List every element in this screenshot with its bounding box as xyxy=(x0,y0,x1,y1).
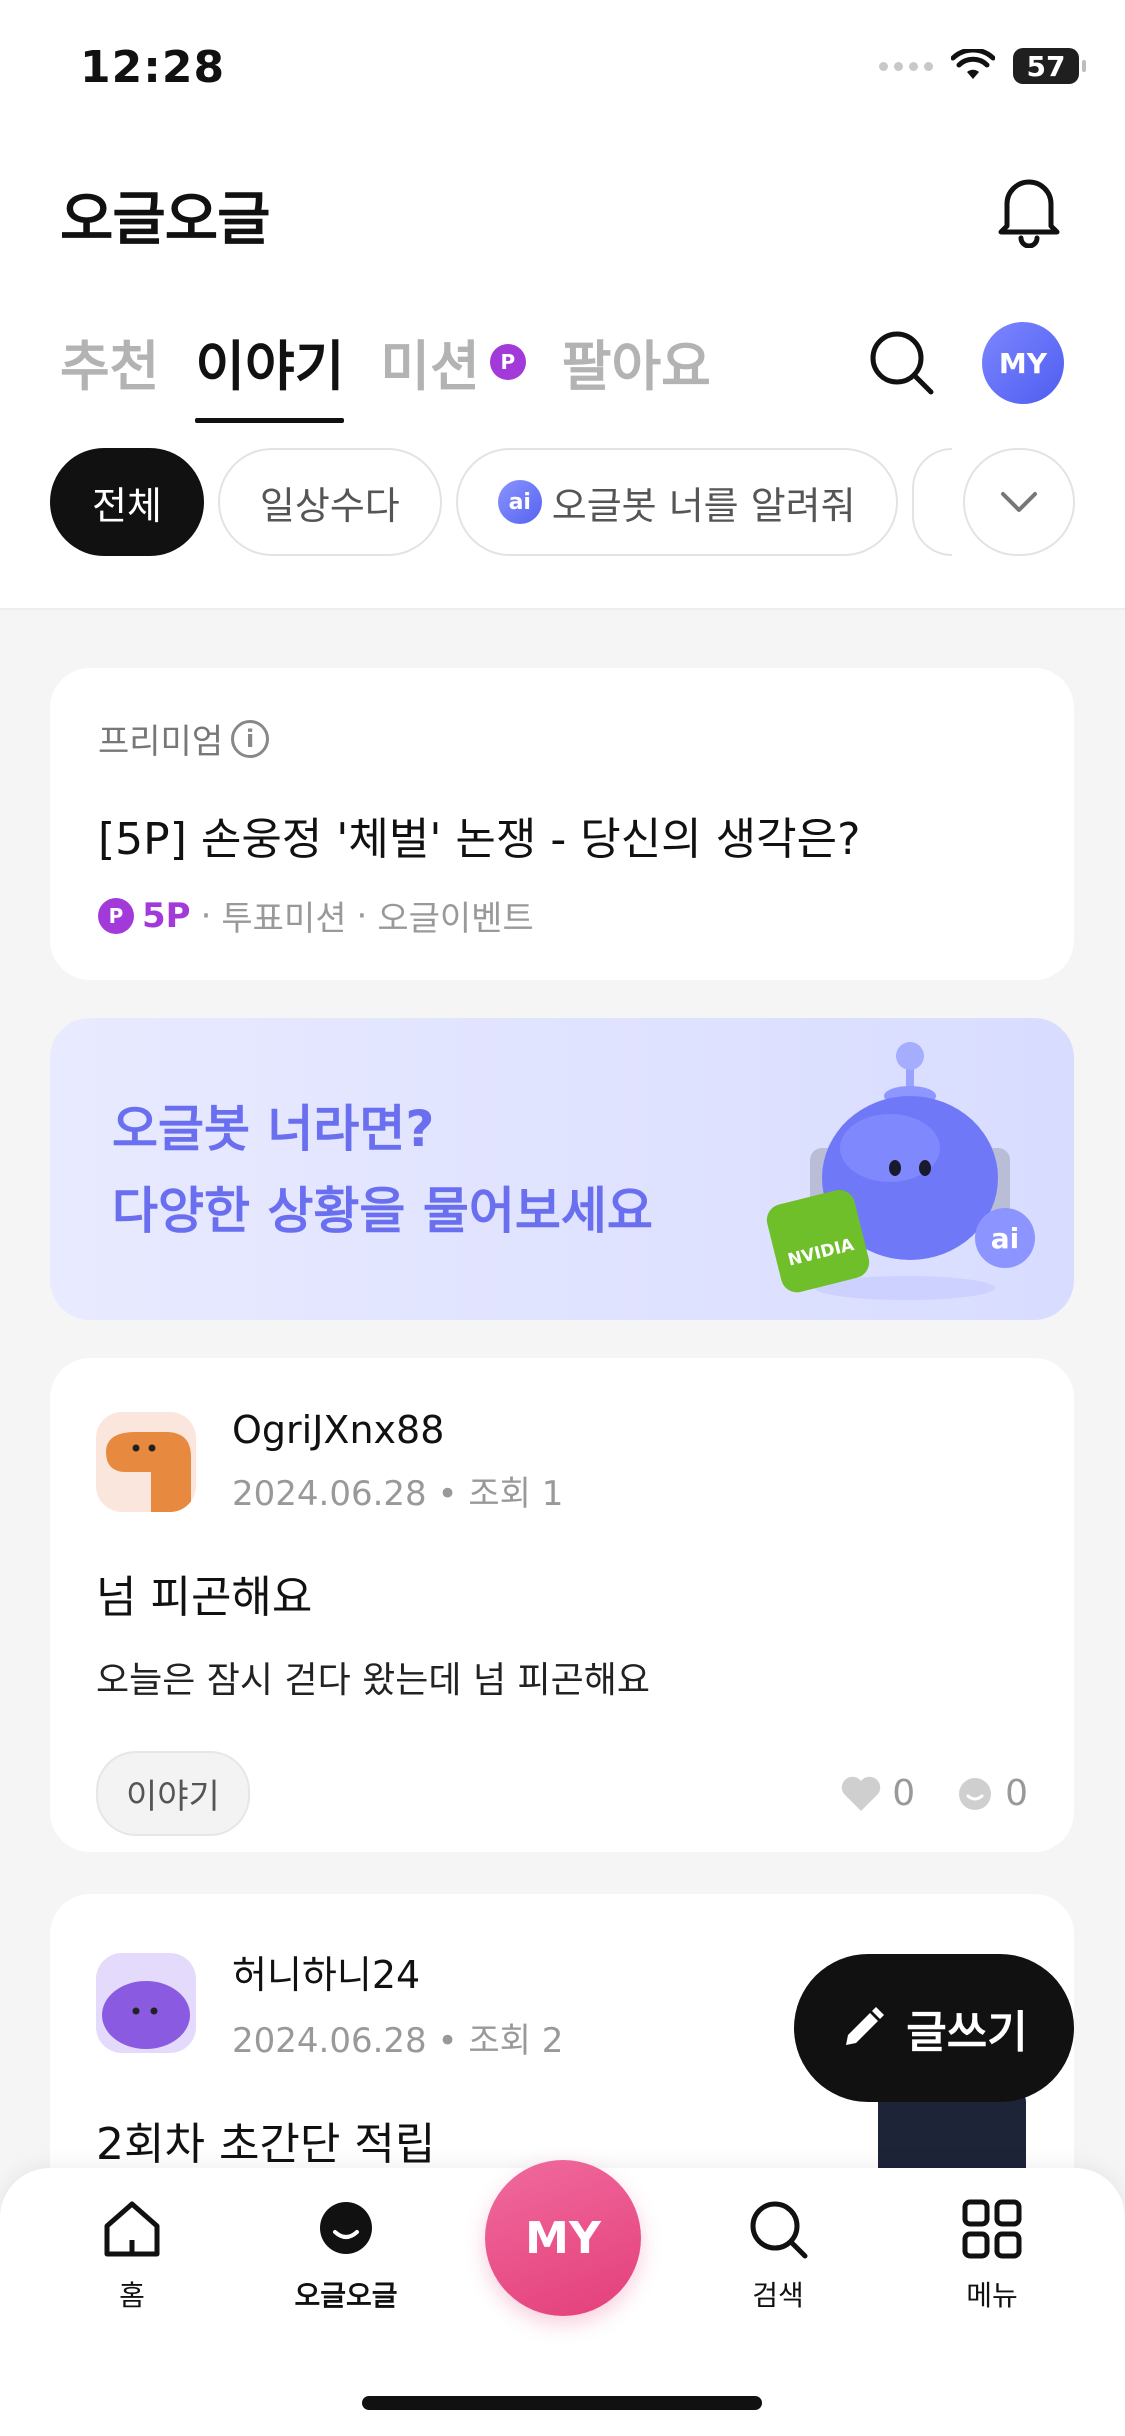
battery-icon: 57 xyxy=(1013,48,1086,84)
avatar[interactable] xyxy=(96,1953,196,2053)
chip-oglebot-label: 오글봇 너를 알려줘 xyxy=(551,483,856,528)
premium-label: 프리미엄 i xyxy=(98,714,1026,763)
info-icon[interactable]: i xyxy=(231,719,270,758)
points-badge: P xyxy=(489,343,526,380)
nav-oglogle-label: 오글오글 xyxy=(294,2279,398,2312)
banner-line1: 오글봇 너라면? xyxy=(112,1100,435,1158)
post-body: 오늘은 잠시 걷다 왔는데 넘 피곤해요 xyxy=(96,1660,651,1701)
premium-title: [5P] 손웅정 '체벌' 논쟁 - 당신의 생각은? xyxy=(98,814,861,865)
profile-avatar[interactable]: MY xyxy=(982,322,1064,404)
tab-recommend[interactable]: 추천 xyxy=(60,322,159,423)
chat-bubble-icon xyxy=(320,2202,372,2254)
nav-menu[interactable]: 메뉴 xyxy=(922,2198,1062,2314)
premium-points-value: 5P xyxy=(142,895,191,936)
bell-icon[interactable] xyxy=(993,170,1065,248)
chevron-down-icon xyxy=(1001,492,1037,512)
write-button[interactable]: 글쓰기 xyxy=(794,1954,1074,2102)
nav-home-label: 홈 xyxy=(119,2279,145,2312)
banner-line2: 다양한 상황을 물어보세요 xyxy=(112,1182,653,1240)
nav-my-button[interactable]: MY xyxy=(485,2160,641,2316)
search-icon xyxy=(750,2201,808,2259)
author-name: 허니하니24 xyxy=(232,1953,421,1997)
robot-mascot-icon: NVIDIA ai xyxy=(766,1042,1035,1300)
nav-home[interactable]: 홈 xyxy=(62,2198,202,2314)
oglebot-banner[interactable]: 오글봇 너라면? 다양한 상황을 물어보세요 NVIDIA ai xyxy=(50,1018,1074,1320)
post-stats: 0 0 xyxy=(840,1773,1028,1814)
premium-card[interactable]: 프리미엄 i [5P] 손웅정 '체벌' 논쟁 - 당신의 생각은? P 5P … xyxy=(50,668,1074,980)
separator-dot: · xyxy=(200,895,212,936)
write-button-label: 글쓰기 xyxy=(906,2007,1028,2058)
premium-meta: P 5P · 투표미션 · 오글이벤트 xyxy=(98,891,1026,940)
status-icons: 57 xyxy=(879,48,1086,84)
home-indicator xyxy=(362,2396,762,2410)
wifi-icon xyxy=(951,49,995,79)
like-count: 0 xyxy=(892,1773,916,1814)
character-avatar-icon xyxy=(102,1981,190,2049)
post-meta: 2024.06.28 • 조회 1 xyxy=(232,1474,564,1514)
status-time: 12:28 xyxy=(80,42,226,93)
premium-meta-mission: 투표미션 xyxy=(221,899,347,939)
comment-count: 0 xyxy=(1005,1773,1028,1814)
ai-icon: ai xyxy=(497,480,542,524)
ai-badge-text: ai xyxy=(991,1222,1020,1255)
grid-menu-icon xyxy=(962,2199,1022,2259)
character-avatar-icon xyxy=(106,1431,191,1512)
premium-points: P 5P xyxy=(98,896,191,936)
nav-search[interactable]: 검색 xyxy=(708,2198,848,2314)
filter-chips: 전체 일상수다 ai 오글봇 너를 알려줘 xyxy=(50,448,952,556)
signal-icon xyxy=(879,61,933,71)
top-header-area: 12:28 57 오글오글 추천 이야기 미션 P 팔아요 MY 전체 일상수다… xyxy=(0,0,1125,610)
like-stat[interactable]: 0 xyxy=(840,1773,915,1814)
chip-daily-talk[interactable]: 일상수다 xyxy=(217,448,442,556)
post-footer: 이야기 0 0 xyxy=(96,1751,1028,1836)
home-icon xyxy=(104,2201,160,2257)
page-title: 오글오글 xyxy=(60,185,270,253)
search-icon[interactable] xyxy=(865,326,937,398)
post-author: OgriJXnx88 2024.06.28 • 조회 1 xyxy=(96,1408,1028,1515)
post-card[interactable]: OgriJXnx88 2024.06.28 • 조회 1 넘 피곤해요 오늘은 … xyxy=(50,1358,1074,1852)
banner-text: 오글봇 너라면? 다양한 상황을 물어보세요 xyxy=(112,1088,653,1252)
chip-oglebot[interactable]: ai 오글봇 너를 알려줘 xyxy=(455,448,898,556)
premium-meta-event: 오글이벤트 xyxy=(377,899,534,939)
nav-menu-label: 메뉴 xyxy=(966,2279,1018,2312)
expand-chips-button[interactable] xyxy=(963,448,1075,556)
nav-search-label: 검색 xyxy=(752,2279,804,2312)
premium-label-text: 프리미엄 xyxy=(98,722,224,762)
tab-story[interactable]: 이야기 xyxy=(195,322,345,423)
author-name: OgriJXnx88 xyxy=(232,1408,445,1452)
chip-all[interactable]: 전체 xyxy=(50,448,204,556)
post-meta: 2024.06.28 • 조회 2 xyxy=(232,2021,564,2061)
comment-icon xyxy=(959,1777,992,1810)
category-tabs: 추천 이야기 미션 P 팔아요 xyxy=(60,322,711,423)
pencil-icon xyxy=(846,2007,885,2045)
post-tag[interactable]: 이야기 xyxy=(96,1751,250,1836)
separator-dot: · xyxy=(356,895,368,936)
tab-mission[interactable]: 미션 P xyxy=(380,322,526,423)
heart-icon xyxy=(841,1776,881,1811)
tab-sell[interactable]: 팔아요 xyxy=(562,322,711,423)
points-icon: P xyxy=(98,897,134,934)
post-title: 넘 피곤해요 xyxy=(96,1572,313,1623)
chip-partial[interactable] xyxy=(911,448,952,556)
comment-stat[interactable]: 0 xyxy=(955,1773,1028,1814)
avatar[interactable] xyxy=(96,1411,196,1512)
tab-mission-label: 미션 xyxy=(380,335,480,398)
nav-oglogle[interactable]: 오글오글 xyxy=(276,2198,416,2314)
